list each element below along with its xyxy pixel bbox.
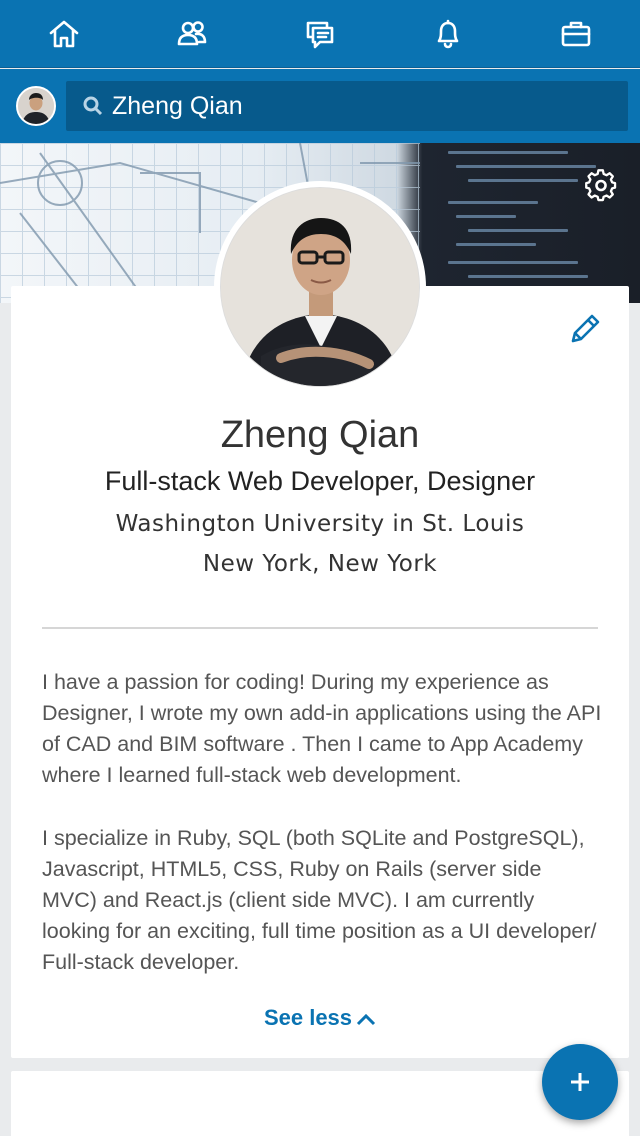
avatar-photo	[18, 88, 54, 124]
search-bar	[0, 69, 640, 143]
code-line	[468, 179, 578, 182]
avatar[interactable]	[16, 86, 56, 126]
code-line	[468, 275, 588, 278]
briefcase-icon	[561, 21, 591, 46]
see-less-link[interactable]: See less	[0, 1005, 640, 1031]
code-line	[448, 201, 538, 204]
profile-location: New York, New York	[202, 551, 438, 577]
nav-notifications[interactable]	[384, 0, 512, 67]
nav-home[interactable]	[0, 0, 128, 67]
home-icon	[49, 20, 79, 47]
profile-headline: Full-stack Web Developer, Designer	[104, 466, 536, 496]
code-line	[456, 243, 536, 246]
profile-photo-image	[221, 188, 419, 386]
profile-photo[interactable]	[214, 181, 426, 393]
nav-jobs[interactable]	[512, 0, 640, 67]
code-line	[468, 229, 568, 232]
divider	[42, 627, 598, 629]
people-icon	[177, 20, 207, 45]
see-less-label: See less	[263, 1005, 353, 1030]
nav-network[interactable]	[128, 0, 256, 67]
summary-paragraph-2: I specialize in Ruby, SQL (both SQLite a…	[42, 826, 597, 974]
search-field[interactable]	[66, 81, 628, 131]
top-nav-bar	[0, 0, 640, 68]
add-button[interactable]	[542, 1044, 618, 1120]
nav-messages[interactable]	[256, 0, 384, 67]
profile-name: Zheng Qian	[220, 414, 420, 456]
profile-school: Washington University in St. Louis	[115, 511, 525, 537]
search-input[interactable]	[112, 91, 592, 121]
code-line	[456, 165, 596, 168]
messages-icon	[306, 21, 334, 48]
settings-gear-icon[interactable]	[584, 169, 618, 203]
bell-icon	[437, 19, 459, 48]
search-icon	[83, 96, 103, 116]
next-section-card	[11, 1071, 629, 1136]
code-line	[448, 151, 568, 154]
edit-pencil-icon[interactable]	[568, 312, 602, 346]
summary-paragraph-1: I have a passion for coding! During my e…	[42, 670, 602, 787]
code-line	[448, 261, 578, 264]
plus-icon	[571, 1073, 589, 1091]
code-line	[456, 215, 516, 218]
chevron-up-icon	[356, 1014, 376, 1026]
